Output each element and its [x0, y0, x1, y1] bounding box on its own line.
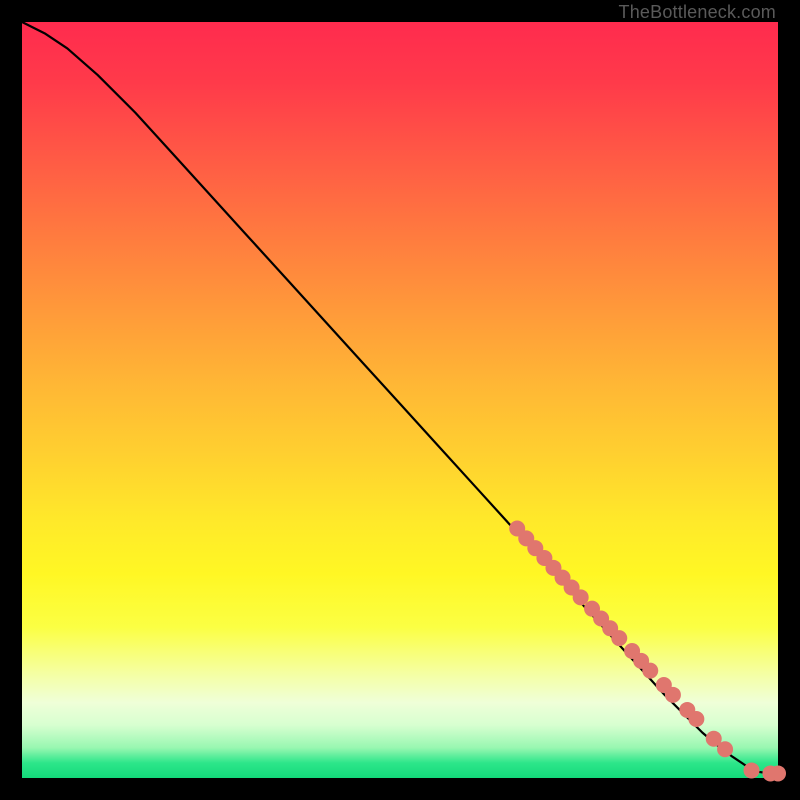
data-marker — [642, 663, 658, 679]
attribution-text: TheBottleneck.com — [619, 2, 776, 23]
data-marker — [717, 741, 733, 757]
bottleneck-curve — [22, 22, 778, 773]
marker-group — [509, 521, 786, 782]
data-marker — [611, 630, 627, 646]
data-marker — [665, 687, 681, 703]
chart-svg — [22, 22, 778, 778]
chart-frame: TheBottleneck.com — [0, 0, 800, 800]
data-marker — [770, 765, 786, 781]
data-marker — [688, 711, 704, 727]
data-marker — [744, 762, 760, 778]
data-marker — [573, 589, 589, 605]
